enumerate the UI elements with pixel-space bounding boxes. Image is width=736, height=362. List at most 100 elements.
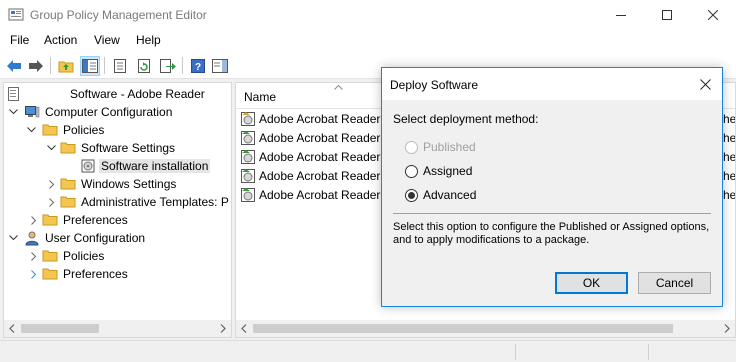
show-hide-console-tree-button[interactable]	[80, 56, 100, 76]
tree-item-label: Preferences	[63, 213, 128, 227]
msi-package-icon	[241, 130, 255, 145]
chevron-right-icon[interactable]	[47, 197, 57, 207]
status-divider	[515, 344, 516, 360]
tree-item-software-settings[interactable]: Software Settings	[60, 139, 177, 157]
svg-text:?: ?	[195, 62, 201, 73]
forward-button[interactable]	[26, 56, 46, 76]
window-title: Group Policy Management Editor	[30, 8, 207, 22]
tree-item-label: Policies	[63, 249, 105, 263]
radio-assigned[interactable]: Assigned	[405, 164, 472, 178]
list-item-label: Adobe Acrobat Reader	[259, 168, 381, 183]
chevron-right-icon[interactable]	[29, 269, 39, 279]
tree-item-user-configuration[interactable]: User Configuration	[24, 229, 147, 247]
list-item[interactable]: Adobe Acrobat Reader	[240, 166, 380, 185]
menu-bar: File Action View Help	[0, 30, 736, 52]
help-button[interactable]: ?	[188, 56, 208, 76]
tree-root[interactable]: Software - Adobe Reader	[6, 85, 205, 103]
radio-selected-dot	[408, 191, 415, 199]
list-cell-truncated: he	[723, 131, 736, 145]
deploy-software-dialog: Deploy Software Select deployment method…	[381, 67, 723, 307]
tree-item-label: Software installation	[99, 159, 211, 173]
list-item-label: Adobe Acrobat Reader	[259, 187, 381, 202]
export-list-button[interactable]	[158, 56, 178, 76]
cancel-button[interactable]: Cancel	[638, 272, 711, 294]
dialog-title: Deploy Software	[390, 78, 479, 92]
chevron-down-icon[interactable]	[8, 107, 18, 117]
scrollbar-thumb[interactable]	[253, 324, 673, 333]
refresh-button[interactable]	[134, 56, 154, 76]
folder-icon	[60, 142, 76, 154]
radio-advanced[interactable]: Advanced	[405, 188, 476, 202]
tree-item-computer-configuration[interactable]: Computer Configuration	[24, 103, 174, 121]
msi-package-icon	[241, 111, 255, 126]
radio-button[interactable]	[405, 188, 418, 202]
chevron-down-icon[interactable]	[8, 233, 18, 243]
tree-item-software-installation[interactable]: Software installation	[80, 157, 211, 175]
tree-item-label: Software Settings	[81, 141, 176, 155]
toolbar-separator	[50, 57, 51, 74]
tree-item-label: Windows Settings	[81, 177, 177, 191]
dialog-close-button[interactable]	[688, 68, 722, 100]
close-button[interactable]	[690, 0, 736, 30]
tree-item-label: Preferences	[63, 267, 128, 281]
tree-item-policies[interactable]: Policies	[42, 121, 106, 139]
tree-item-administrative-templates[interactable]: Administrative Templates: P	[60, 193, 231, 211]
tree-item-windows-settings[interactable]: Windows Settings	[60, 175, 178, 193]
tree-item-label: User Configuration	[45, 231, 146, 245]
tree-item-label: Computer Configuration	[45, 105, 173, 119]
menu-view[interactable]: View	[94, 33, 120, 47]
scroll-left-icon[interactable]	[241, 324, 247, 333]
radio-published: Published	[405, 140, 476, 154]
radio-button[interactable]	[405, 164, 418, 178]
minimize-icon	[616, 15, 626, 16]
list-item-label: Adobe Acrobat Reader	[259, 111, 381, 126]
tree-item-label: Administrative Templates: P	[81, 195, 229, 209]
tree-horizontal-scrollbar[interactable]	[4, 320, 231, 337]
software-installation-icon	[81, 159, 95, 173]
list-item[interactable]: Adobe Acrobat Reader	[240, 109, 380, 128]
chevron-right-icon[interactable]	[47, 179, 57, 189]
close-icon	[699, 78, 711, 90]
list-cell-truncated: he	[723, 169, 736, 183]
list-item-label: Adobe Acrobat Reader	[259, 149, 381, 164]
tree-item-user-policies[interactable]: Policies	[42, 247, 106, 265]
list-item[interactable]: Adobe Acrobat Reader	[240, 147, 380, 166]
deployment-method-prompt: Select deployment method:	[393, 112, 539, 126]
back-arrow-icon	[7, 60, 21, 72]
scroll-right-icon[interactable]	[724, 324, 730, 333]
scroll-left-icon[interactable]	[9, 324, 15, 333]
console-tree[interactable]: Software - Adobe Reader Computer Configu…	[3, 82, 232, 338]
menu-help[interactable]: Help	[136, 33, 161, 47]
scrollbar-thumb[interactable]	[21, 324, 99, 333]
folder-icon	[42, 250, 58, 262]
list-item[interactable]: Adobe Acrobat Reader	[240, 128, 380, 147]
show-hide-action-pane-icon	[212, 59, 228, 73]
menu-action[interactable]: Action	[44, 33, 77, 47]
maximize-button[interactable]	[644, 0, 690, 30]
tree-item-user-preferences[interactable]: Preferences	[42, 265, 130, 283]
show-hide-action-pane-button[interactable]	[210, 56, 230, 76]
chevron-down-icon[interactable]	[26, 125, 36, 135]
column-header-label: Name	[244, 90, 277, 104]
show-hide-tree-icon	[82, 59, 98, 73]
menu-file[interactable]: File	[10, 33, 29, 47]
radio-label[interactable]: Advanced	[423, 188, 476, 202]
status-divider	[648, 344, 649, 360]
tree-root-label: Software - Adobe Reader	[70, 87, 205, 101]
msi-package-icon	[241, 149, 255, 164]
radio-label[interactable]: Assigned	[423, 164, 472, 178]
chevron-right-icon[interactable]	[29, 251, 39, 261]
list-item[interactable]: Adobe Acrobat Reader	[240, 185, 380, 204]
chevron-right-icon[interactable]	[29, 215, 39, 225]
list-cell-truncated: he	[723, 188, 736, 202]
up-one-level-button[interactable]	[56, 56, 76, 76]
properties-button[interactable]	[110, 56, 130, 76]
ok-button[interactable]: OK	[555, 272, 628, 294]
back-button[interactable]	[4, 56, 24, 76]
minimize-button[interactable]	[598, 0, 644, 30]
chevron-down-icon[interactable]	[46, 143, 56, 153]
tree-item-preferences[interactable]: Preferences	[42, 211, 130, 229]
scroll-right-icon[interactable]	[220, 324, 226, 333]
computer-icon	[25, 106, 40, 118]
list-horizontal-scrollbar[interactable]	[236, 320, 735, 337]
